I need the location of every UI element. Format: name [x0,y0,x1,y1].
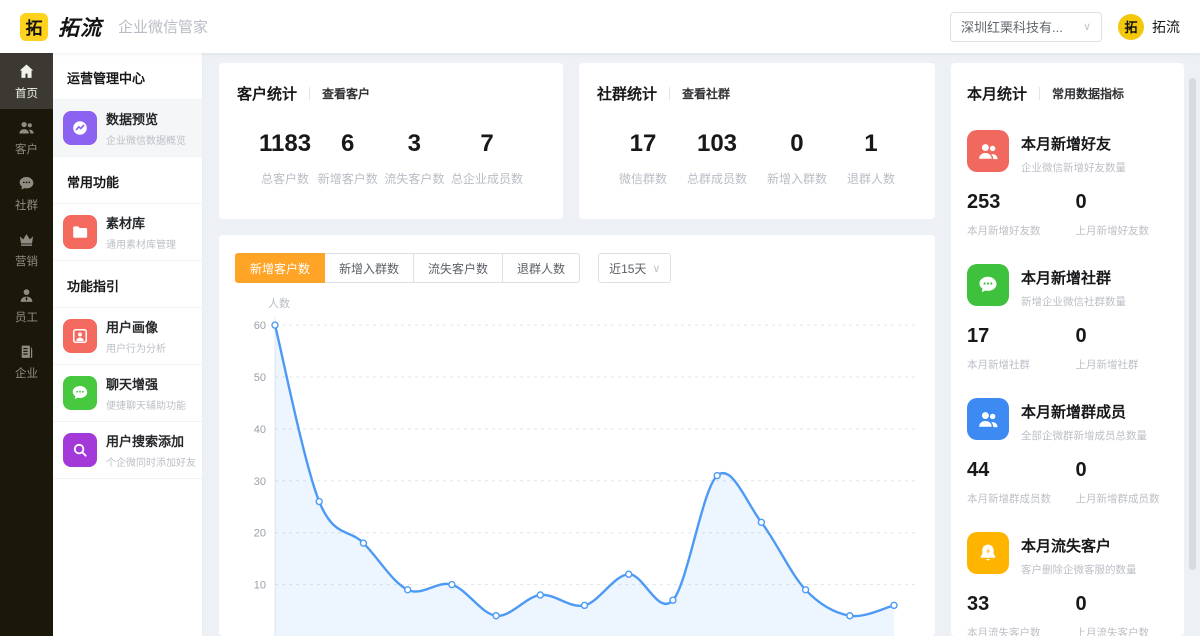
new-group-members-icon [967,398,1009,440]
brand-name: 拓流 [58,12,102,42]
chevron-down-icon: ∨ [652,262,660,275]
chat-enhance-icon [63,376,97,410]
lost-customers-bell-icon [967,532,1009,574]
tab-new-customers[interactable]: 新增客户数 [235,253,325,283]
secondary-sidebar: 运营管理中心 数据预览 企业微信数据概览 常用功能 素材库 通用素材库管理 功能… [53,53,203,636]
subnav-item-user-search-add[interactable]: 用户搜索添加 个企微同时添加好友 [53,422,202,479]
employee-icon [17,286,36,305]
view-customers-link[interactable]: 查看客户 [322,85,370,102]
svg-text:60: 60 [254,320,266,332]
divider [309,87,310,100]
month-block-lost-customers: 本月流失客户 客户删除企微客服的数量 33 本月流失客户数 0 上月流失客户数 [951,532,1184,636]
primary-nav-rail: 首页 客户 社群 营销 员工 企业 [0,53,53,636]
svg-text:50: 50 [254,372,266,384]
month-block-new-friends: 本月新增好友 企业微信新增好友数量 253 本月新增好友数 0 上月新增好友数 [951,130,1184,238]
rail-item-home[interactable]: 首页 [0,53,53,109]
enterprise-icon [17,342,36,361]
user-name: 拓流 [1152,17,1180,37]
stat-quits: 1 退群人数 [847,130,895,187]
top-header: 拓 拓流 企业微信管家 深圳红栗科技有... ∨ 拓 拓流 [0,0,1200,53]
common-indicators-link[interactable]: 常用数据指标 [1052,85,1124,102]
tab-quits[interactable]: 退群人数 [502,253,580,283]
customer-stats-title: 客户统计 [237,83,297,104]
trend-icon [63,111,97,145]
subnav-item-chat-enhance[interactable]: 聊天增强 便捷聊天辅助功能 [53,365,202,422]
svg-text:20: 20 [254,528,266,540]
stat-total-customers: 1183 总客户数 [259,130,311,187]
subnav-item-user-portrait[interactable]: 用户画像 用户行为分析 [53,308,202,365]
svg-text:30: 30 [254,476,266,488]
rail-item-community[interactable]: 社群 [0,165,53,221]
subnav-item-material-library[interactable]: 素材库 通用素材库管理 [53,204,202,261]
company-select[interactable]: 深圳红栗科技有... ∨ [950,12,1102,42]
tab-lost-customers[interactable]: 流失客户数 [413,253,503,283]
svg-text:人数: 人数 [268,297,290,310]
chevron-down-icon: ∨ [1083,20,1091,33]
group-stats-title: 社群统计 [597,83,657,104]
stat-new-joins: 0 新增入群数 [767,130,827,187]
app-subtitle: 企业微信管家 [118,16,208,37]
rail-item-staff[interactable]: 员工 [0,277,53,333]
stat-total-group-members: 103 总群成员数 [687,130,747,187]
chat-bubble-icon [17,174,36,193]
tab-new-joins[interactable]: 新增入群数 [324,253,414,283]
stat-new-customers: 6 新增客户数 [318,130,378,187]
customer-stats-card: 客户统计 查看客户 1183 总客户数 6 新增客户数 [219,63,563,219]
svg-text:40: 40 [254,424,266,436]
customers-icon [17,118,36,137]
portrait-icon [63,319,97,353]
company-select-value: 深圳红栗科技有... [961,17,1083,36]
page-scrollbar[interactable] [1189,78,1196,570]
brand-logo-icon: 拓 [20,13,48,41]
new-friends-icon [967,130,1009,172]
month-block-new-groups: 本月新增社群 新增企业微信社群数量 17 本月新增社群 0 上月新增社群 [951,264,1184,372]
date-range-select[interactable]: 近15天 ∨ [598,253,671,283]
month-block-new-group-members: 本月新增群成员 全部企微群新增成员总数量 44 本月新增群成员数 0 上月新增群… [951,398,1184,506]
avatar[interactable]: 拓 [1118,14,1144,40]
stat-wechat-groups: 17 微信群数 [619,130,667,187]
rail-item-enterprise[interactable]: 企业 [0,333,53,389]
subnav-item-data-preview[interactable]: 数据预览 企业微信数据概览 [53,100,202,157]
stat-lost-customers: 3 流失客户数 [384,130,444,187]
folder-icon [63,215,97,249]
search-icon [63,433,97,467]
home-icon [17,62,36,81]
main-content: 客户统计 查看客户 1183 总客户数 6 新增客户数 [203,53,1200,636]
group-stats-card: 社群统计 查看社群 17 微信群数 103 总群成员数 [579,63,935,219]
month-stats-panel: 本月统计 常用数据指标 本月新增好友 企业微信新增好友数量 253 [951,63,1184,636]
subnav-section-title: 运营管理中心 [53,53,202,100]
rail-item-customers[interactable]: 客户 [0,109,53,165]
svg-text:10: 10 [254,580,266,592]
new-groups-icon [967,264,1009,306]
rail-item-marketing[interactable]: 营销 [0,221,53,277]
view-groups-link[interactable]: 查看社群 [682,85,730,102]
month-stats-title: 本月统计 [967,83,1027,104]
trend-chart-svg: 60 50 40 30 20 10 人数 [235,295,919,636]
trend-chart-card: 新增客户数 新增入群数 流失客户数 退群人数 近15天 ∨ 60 50 40 30 20… [219,235,935,636]
subnav-section-title: 功能指引 [53,261,202,308]
crown-icon [17,230,36,249]
subnav-section-title: 常用功能 [53,157,202,204]
stat-total-members: 7 总企业成员数 [451,130,523,187]
divider [669,87,670,100]
divider [1039,87,1040,100]
